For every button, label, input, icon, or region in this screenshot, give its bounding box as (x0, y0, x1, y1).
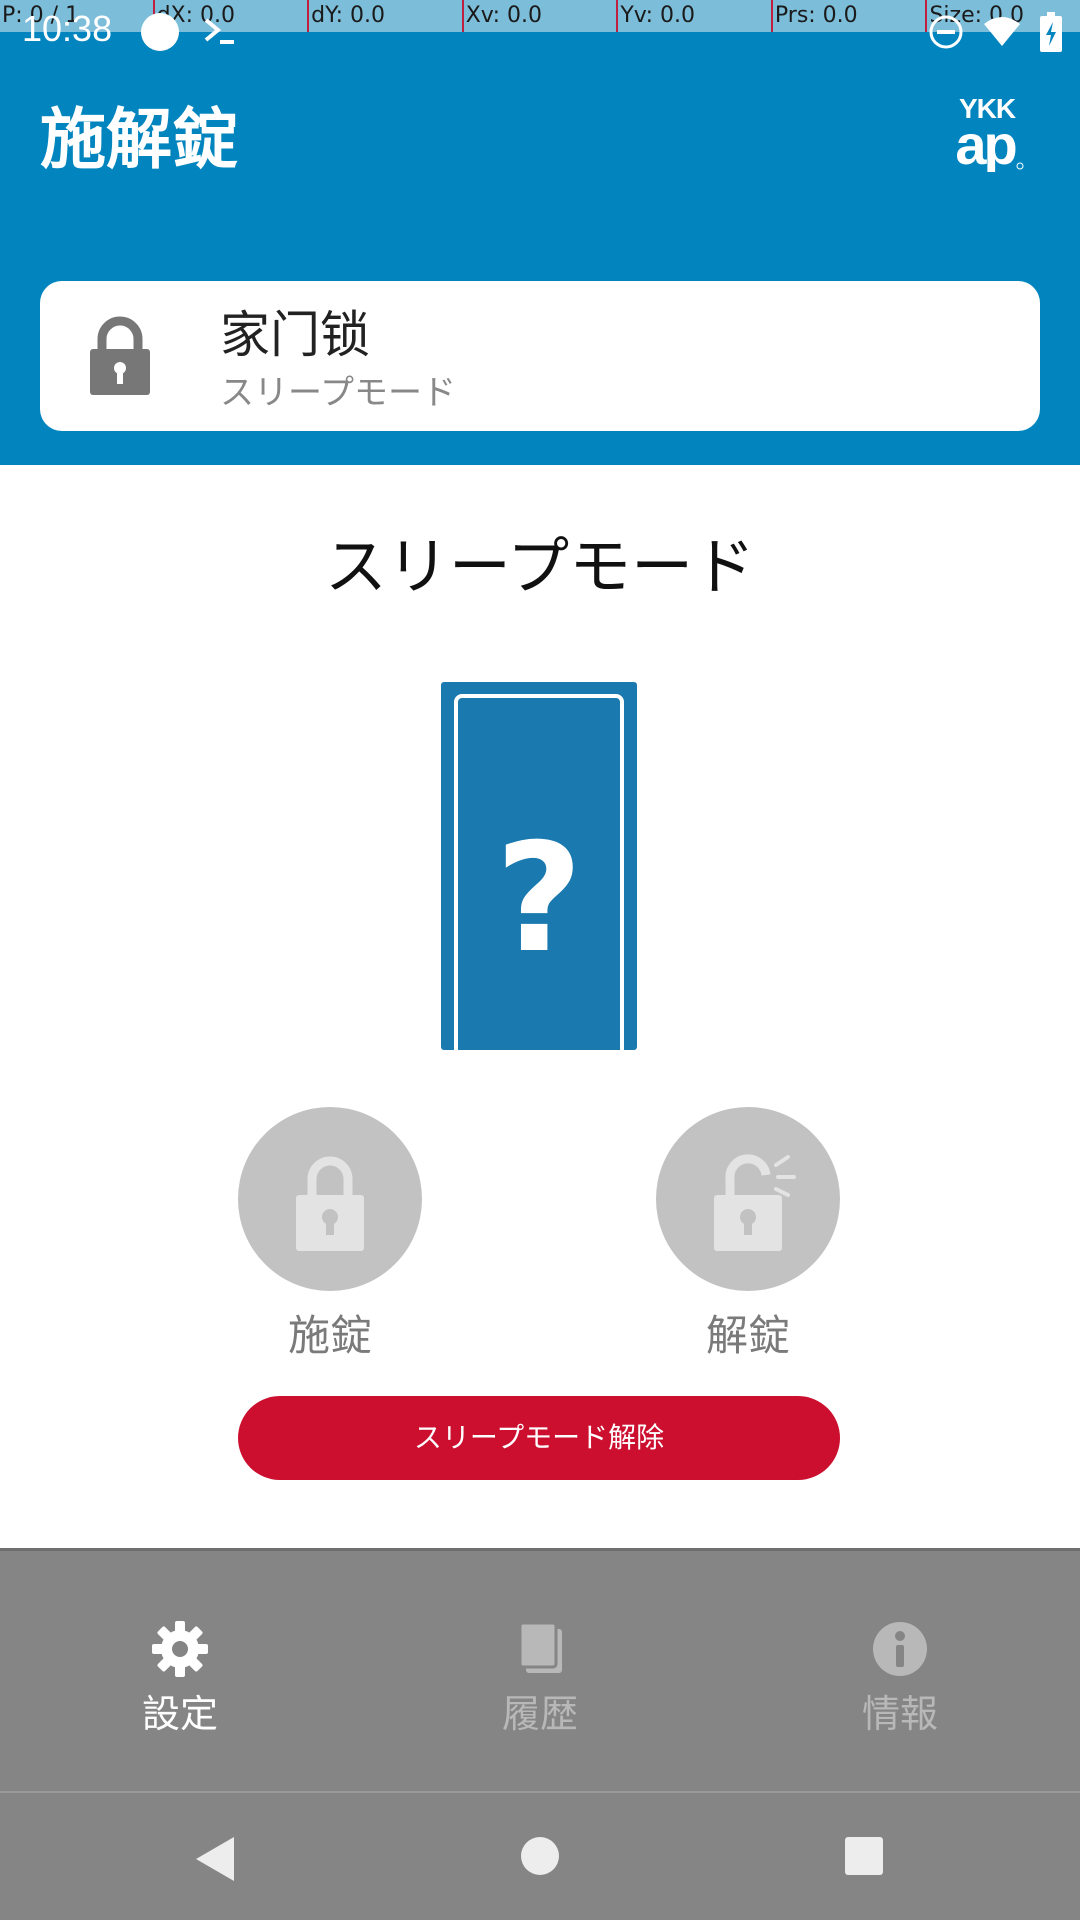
tab-settings[interactable]: 設定 (0, 1551, 360, 1791)
debug-xv: Xv: 0.0 (461, 0, 617, 32)
ykk-ap-logo: YKK ap (946, 92, 1028, 176)
bottom-tab-bar: 設定 履歴 情報 (0, 1548, 1080, 1791)
home-icon[interactable] (519, 1835, 561, 1881)
debug-size: Size: 0.0 (925, 0, 1080, 32)
device-card[interactable]: 家门锁 スリープモード (40, 281, 1040, 431)
tab-history[interactable]: 履歴 (360, 1551, 720, 1791)
unlock-button[interactable] (656, 1107, 840, 1291)
system-nav-bar (0, 1791, 1080, 1920)
debug-prs: Prs: 0.0 (770, 0, 926, 32)
door-unknown-icon: ? (441, 682, 637, 1054)
debug-dy: dY: 0.0 (307, 0, 462, 32)
debug-yv: Yv: 0.0 (616, 0, 771, 32)
tab-info-label: 情報 (861, 1692, 938, 1736)
tab-info[interactable]: 情報 (720, 1551, 1080, 1791)
lock-icon (88, 315, 152, 401)
header: 施解錠 YKK ap 家门锁 スリープモード (0, 0, 1080, 465)
lock-label: 施錠 (287, 1311, 372, 1360)
device-name: 家门锁 (220, 306, 370, 364)
recents-icon[interactable] (843, 1835, 885, 1881)
page-title: 施解錠 (40, 101, 238, 178)
history-icon (512, 1621, 568, 1681)
tab-history-label: 履歴 (501, 1692, 578, 1736)
back-icon[interactable] (194, 1835, 236, 1887)
debug-dx: dX: 0.0 (152, 0, 308, 32)
lock-button[interactable] (238, 1107, 422, 1291)
debug-pointer: P: 0 / 1 (2, 3, 80, 28)
mode-title: スリープモード (324, 530, 756, 603)
info-icon (872, 1621, 928, 1681)
pointer-debug-bar: P: 0 / 1 dX: 0.0 dY: 0.0 Xv: 0.0 Yv: 0.0… (0, 0, 1080, 32)
svg-text:ap: ap (955, 113, 1015, 172)
gear-icon (152, 1621, 208, 1681)
release-sleep-mode-button[interactable]: スリープモード解除 (238, 1396, 840, 1480)
unlock-label: 解錠 (705, 1311, 790, 1360)
svg-text:?: ? (495, 812, 582, 986)
device-status: スリープモード (220, 373, 456, 413)
tab-settings-label: 設定 (141, 1692, 218, 1736)
